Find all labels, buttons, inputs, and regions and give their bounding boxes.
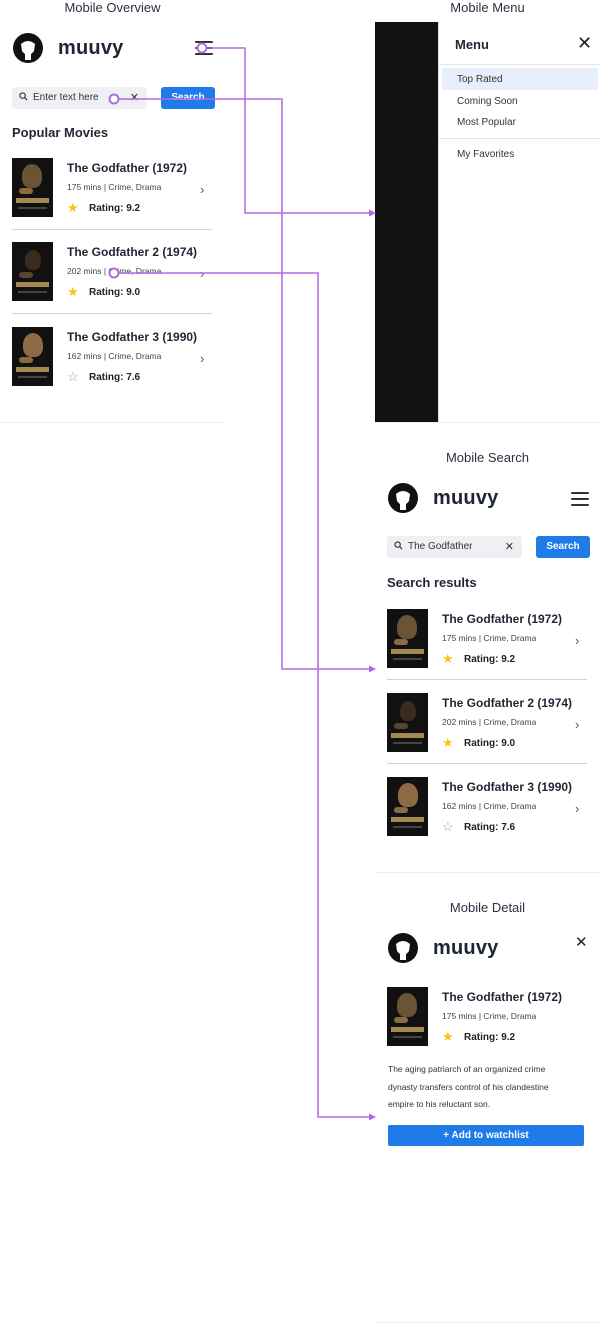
flow-connectors	[108, 42, 376, 1121]
connector-arrowhead	[369, 665, 376, 673]
connector-start-dot	[108, 93, 120, 105]
connector-start-dot	[108, 267, 120, 279]
connector-search	[118, 98, 370, 670]
connector-menu	[207, 47, 370, 214]
connector-arrowhead	[369, 1113, 376, 1121]
connector-detail	[118, 272, 370, 1118]
connector-start-dot	[196, 42, 208, 54]
connector-arrowhead	[369, 209, 376, 217]
